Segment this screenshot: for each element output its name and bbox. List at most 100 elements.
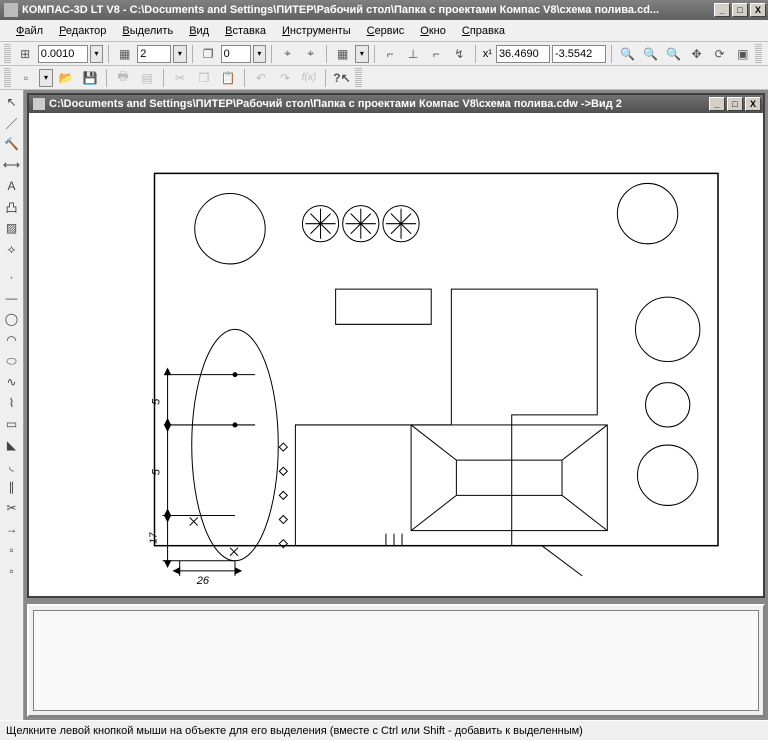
trim-tool-icon[interactable]: ✂ [2,498,22,518]
snap2-icon[interactable]: ⌖ [300,44,321,64]
layer-dropdown[interactable]: ▾ [173,45,186,63]
pan-icon[interactable]: ✥ [686,44,707,64]
grid-dropdown[interactable]: ▾ [355,45,368,63]
menu-editor[interactable]: Редактор [51,23,114,39]
layer-opt-dropdown[interactable]: ▾ [253,45,266,63]
fit-icon[interactable]: ▣ [732,44,753,64]
toolbar2-handle-end[interactable] [355,68,362,88]
text-tool-icon[interactable]: A [2,176,22,196]
new-icon[interactable]: ▫ [15,68,37,88]
workspace: ↖ ／ 🔨 ⟷ A 凸 ▨ ⟡ · — ◯ ◠ ⬭ ∿ ⌇ ▭ ◣ ◟ ∥ ✂ … [0,90,768,720]
spline-tool-icon[interactable]: ∿ [2,372,22,392]
drawing-canvas[interactable]: 5 5 17 26 [29,113,763,596]
misc1-tool-icon[interactable]: ▫ [2,540,22,560]
undo-icon[interactable]: ↶ [250,68,272,88]
fillet-tool-icon[interactable]: ◟ [2,456,22,476]
menubar: Файл Редактор Выделить Вид Вставка Инстр… [0,20,768,42]
redo-icon[interactable]: ↷ [274,68,296,88]
extend-tool-icon[interactable]: → [2,519,22,539]
misc2-tool-icon[interactable]: ▫ [2,561,22,581]
menu-view[interactable]: Вид [181,23,217,39]
segment-tool-icon[interactable]: — [2,288,22,308]
toolbar-handle[interactable] [4,44,11,64]
ellipse-tool-icon[interactable]: ⬭ [2,351,22,371]
menu-service[interactable]: Сервис [359,23,413,39]
line-tool-icon[interactable]: ／ [2,113,22,133]
document-window: C:\Documents and Settings\ПИТЕР\Рабочий … [27,93,765,598]
annotation-tool-icon[interactable]: 凸 [2,197,22,217]
grid-step-icon[interactable]: ⊞ [15,44,36,64]
dimension-tool-icon[interactable]: ⟷ [2,155,22,175]
grid-icon[interactable]: ▦ [332,44,353,64]
layer-opt-input[interactable] [221,45,251,63]
zoom-in-icon[interactable]: 🔍 [617,44,638,64]
dim-v2: 5 [151,468,163,475]
menu-help[interactable]: Справка [454,23,513,39]
arc-tool-icon[interactable]: ◠ [2,330,22,350]
dim-v3: 17 [149,532,160,544]
app-title: КОМПАС-3D LT V8 - C:\Documents and Setti… [22,4,714,16]
open-icon[interactable]: 📂 [55,68,77,88]
doc-icon [33,98,45,110]
save-icon[interactable]: 💾 [79,68,101,88]
doc-maximize-button[interactable]: □ [727,97,743,111]
paste-icon[interactable]: 📋 [217,68,239,88]
tool-palette: ↖ ／ 🔨 ⟷ A 凸 ▨ ⟡ · — ◯ ◠ ⬭ ∿ ⌇ ▭ ◣ ◟ ∥ ✂ … [0,90,24,720]
dim-v1: 5 [151,398,163,405]
toolbar-2: ▫ ▾ 📂 💾 🖶 ▤ ✂ ❐ 📋 ↶ ↷ f(x) ?↖ [0,66,768,90]
doc-close-button[interactable]: X [745,97,761,111]
rotate-icon[interactable]: ⟳ [709,44,730,64]
zoom-window-icon[interactable]: 🔍 [663,44,684,64]
round-icon[interactable]: ⌐ [426,44,447,64]
copy-icon[interactable]: ❐ [193,68,215,88]
menu-window[interactable]: Окно [412,23,454,39]
local-cs-icon[interactable]: ↯ [449,44,470,64]
document-title: C:\Documents and Settings\ПИТЕР\Рабочий … [49,98,709,110]
measure-tool-icon[interactable]: ⟡ [2,239,22,259]
scale-dropdown[interactable]: ▾ [90,45,103,63]
doc-minimize-button[interactable]: _ [709,97,725,111]
menu-select[interactable]: Выделить [114,23,181,39]
state-icon[interactable]: ▦ [114,44,135,64]
statusbar: Щелкните левой кнопкой мыши на объекте д… [0,720,768,740]
hatch-tool-icon[interactable]: ▨ [2,218,22,238]
coord-x-input[interactable] [496,45,550,63]
dim-h: 26 [196,575,210,587]
ortho-icon[interactable]: ⌐ [380,44,401,64]
print-icon[interactable]: 🖶 [112,68,134,88]
pointer-tool-icon[interactable]: ↖ [2,92,22,112]
scale-input[interactable] [38,45,88,63]
preview-icon[interactable]: ▤ [136,68,158,88]
menu-insert[interactable]: Вставка [217,23,274,39]
close-button[interactable]: X [750,3,766,17]
help-icon[interactable]: ?↖ [331,68,353,88]
perp-icon[interactable]: ⊥ [403,44,424,64]
toolbar-1: ⊞ ▾ ▦ ▾ ❐ ▾ ⌖ ⌖ ▦ ▾ ⌐ ⊥ ⌐ ↯ x¹ 🔍 🔍 🔍 ✥ ⟳… [0,42,768,66]
cut-icon[interactable]: ✂ [169,68,191,88]
offset-tool-icon[interactable]: ∥ [2,477,22,497]
x-label: x¹ [481,48,494,60]
snap-icon[interactable]: ⌖ [277,44,298,64]
circle-tool-icon[interactable]: ◯ [2,309,22,329]
document-titlebar: C:\Documents and Settings\ПИТЕР\Рабочий … [29,95,763,113]
menu-tools[interactable]: Инструменты [274,23,359,39]
toolbar-handle-end[interactable] [755,44,762,64]
menu-file[interactable]: Файл [8,23,51,39]
polyline-tool-icon[interactable]: ⌇ [2,393,22,413]
maximize-button[interactable]: □ [732,3,748,17]
rect-tool-icon[interactable]: ▭ [2,414,22,434]
properties-panel [27,604,765,717]
chamfer-tool-icon[interactable]: ◣ [2,435,22,455]
drawing-svg: 5 5 17 26 [29,113,763,596]
hammer-tool-icon[interactable]: 🔨 [2,134,22,154]
fx-icon[interactable]: f(x) [298,68,320,88]
app-icon [4,3,18,17]
layers-icon[interactable]: ❐ [198,44,219,64]
new-dropdown[interactable]: ▾ [39,69,53,87]
point-tool-icon[interactable]: · [2,267,22,287]
toolbar2-handle[interactable] [4,68,11,88]
layer-input[interactable] [137,45,171,63]
minimize-button[interactable]: _ [714,3,730,17]
zoom-out-icon[interactable]: 🔍 [640,44,661,64]
coord-y-input[interactable] [552,45,606,63]
